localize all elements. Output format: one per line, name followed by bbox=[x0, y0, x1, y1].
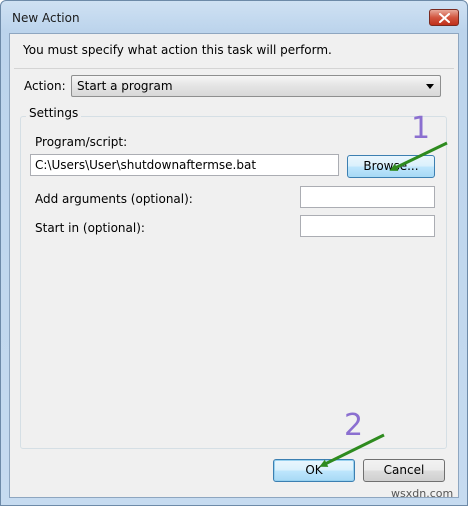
start-in-label: Start in (optional): bbox=[35, 221, 145, 235]
start-in-input[interactable] bbox=[300, 215, 435, 237]
cancel-button[interactable]: Cancel bbox=[363, 459, 445, 482]
arguments-input[interactable] bbox=[300, 186, 435, 208]
action-selected-value: Start a program bbox=[77, 79, 173, 93]
close-button[interactable] bbox=[429, 9, 459, 26]
action-select[interactable]: Start a program bbox=[71, 75, 441, 97]
annotation-step-1: 1 bbox=[411, 111, 431, 146]
annotation-step-2: 2 bbox=[344, 408, 364, 443]
program-script-input[interactable]: C:\Users\User\shutdownaftermse.bat bbox=[30, 154, 339, 176]
arguments-label: Add arguments (optional): bbox=[35, 192, 193, 206]
program-script-label: Program/script: bbox=[35, 135, 128, 149]
watermark: wsxdn.com bbox=[391, 487, 454, 500]
instruction-text: You must specify what action this task w… bbox=[23, 43, 332, 57]
chevron-down-icon bbox=[426, 84, 434, 89]
title-bar[interactable]: New Action bbox=[1, 1, 467, 33]
ok-button[interactable]: OK bbox=[273, 459, 355, 482]
new-action-dialog: New Action You must specify what action … bbox=[0, 0, 468, 506]
window-title: New Action bbox=[12, 11, 80, 25]
dialog-body: You must specify what action this task w… bbox=[9, 33, 459, 498]
action-label: Action: bbox=[24, 79, 66, 93]
separator bbox=[14, 68, 454, 69]
close-icon bbox=[439, 13, 450, 23]
settings-group-label: Settings bbox=[26, 106, 82, 120]
browse-button[interactable]: Browse... bbox=[347, 155, 435, 178]
